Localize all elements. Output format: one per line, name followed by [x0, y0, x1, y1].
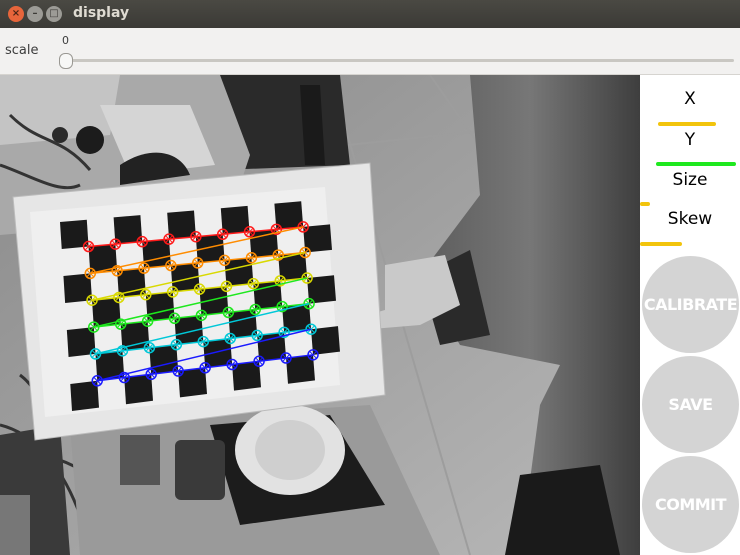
window-title: display: [73, 5, 130, 21]
size-label: Size: [672, 170, 708, 190]
x-progress-bar: [658, 122, 716, 126]
close-icon[interactable]: ×: [8, 6, 24, 22]
size-progress-bar: [640, 202, 650, 206]
calibration-panel: X Y Size Skew CALIBRATE SAVE COMMIT: [640, 75, 740, 555]
calibrate-button[interactable]: CALIBRATE: [642, 256, 739, 353]
skew-label: Skew: [667, 209, 713, 229]
y-label: Y: [684, 130, 696, 150]
maximize-icon[interactable]: □: [46, 6, 62, 22]
scale-slider-handle[interactable]: [59, 53, 73, 69]
scale-toolbar: scale 0: [0, 28, 740, 75]
save-button[interactable]: SAVE: [642, 356, 739, 453]
scale-label: scale: [5, 43, 39, 58]
x-label: X: [684, 89, 696, 109]
window-titlebar: × – □ display: [0, 0, 740, 28]
skew-progress-bar: [640, 242, 682, 246]
scale-slider-track[interactable]: [62, 59, 734, 62]
camera-view: [0, 75, 640, 555]
y-progress-bar: [656, 162, 736, 166]
commit-button[interactable]: COMMIT: [642, 456, 739, 553]
camera-image: [0, 75, 640, 555]
minimize-icon[interactable]: –: [27, 6, 43, 22]
scale-value: 0: [62, 34, 69, 47]
